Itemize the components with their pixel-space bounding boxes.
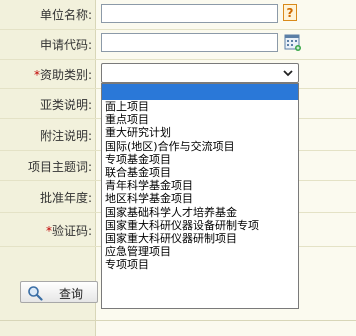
dropdown-option[interactable]: 专项基金项目 xyxy=(102,153,298,166)
dropdown-option[interactable]: 专项项目 xyxy=(102,258,298,271)
captcha-label-text: 验证码: xyxy=(51,224,92,238)
svg-text:?: ? xyxy=(287,6,294,20)
funding-type-dropdown: 面上项目 重点项目 重大研究计划 国际(地区)合作与交流项目 专项基金项目 联合… xyxy=(101,83,299,309)
dropdown-option[interactable]: 国际(地区)合作与交流项目 xyxy=(102,140,298,153)
chevron-down-icon[interactable] xyxy=(282,67,294,79)
dropdown-option[interactable]: 面上项目 xyxy=(102,100,298,113)
row-divider xyxy=(0,29,356,30)
apply-code-label: 申请代码: xyxy=(39,38,92,52)
dropdown-option[interactable]: 地区科学基金项目 xyxy=(102,192,298,205)
bottom-divider xyxy=(0,320,356,321)
query-button-label: 查询 xyxy=(59,287,84,301)
note-label: 附注说明: xyxy=(39,129,92,143)
dropdown-option[interactable]: 联合基金项目 xyxy=(102,166,298,179)
dropdown-option[interactable]: 重大研究计划 xyxy=(102,126,298,139)
funding-type-label: *资助类别: xyxy=(0,66,92,83)
dropdown-option[interactable]: 青年科学基金项目 xyxy=(102,179,298,192)
dropdown-option-blank[interactable] xyxy=(102,84,298,100)
subtype-label: 亚类说明: xyxy=(39,98,92,112)
unit-name-label: 单位名称: xyxy=(39,8,92,22)
query-button[interactable]: 查询 xyxy=(20,281,98,303)
year-label: 批准年度: xyxy=(39,191,92,205)
dropdown-option[interactable]: 重点项目 xyxy=(102,113,298,126)
dropdown-option[interactable]: 国家重大科研仪器设备研制专项 xyxy=(102,219,298,232)
dropdown-option[interactable]: 应急管理项目 xyxy=(102,245,298,258)
funding-type-select[interactable] xyxy=(101,63,299,83)
keyword-label: 项目主题词: xyxy=(27,160,92,174)
calculator-icon[interactable] xyxy=(284,33,302,52)
search-icon xyxy=(27,285,43,301)
help-icon[interactable]: ? xyxy=(283,4,297,21)
unit-name-input[interactable] xyxy=(101,4,278,23)
row-divider xyxy=(0,59,356,60)
apply-code-input[interactable] xyxy=(101,33,278,52)
funding-type-label-text: 资助类别: xyxy=(39,68,92,82)
captcha-label: *验证码: xyxy=(0,222,92,239)
dropdown-option[interactable]: 国家基础科学人才培养基金 xyxy=(102,206,298,219)
dropdown-option[interactable]: 国家重大科研仪器研制项目 xyxy=(102,232,298,245)
